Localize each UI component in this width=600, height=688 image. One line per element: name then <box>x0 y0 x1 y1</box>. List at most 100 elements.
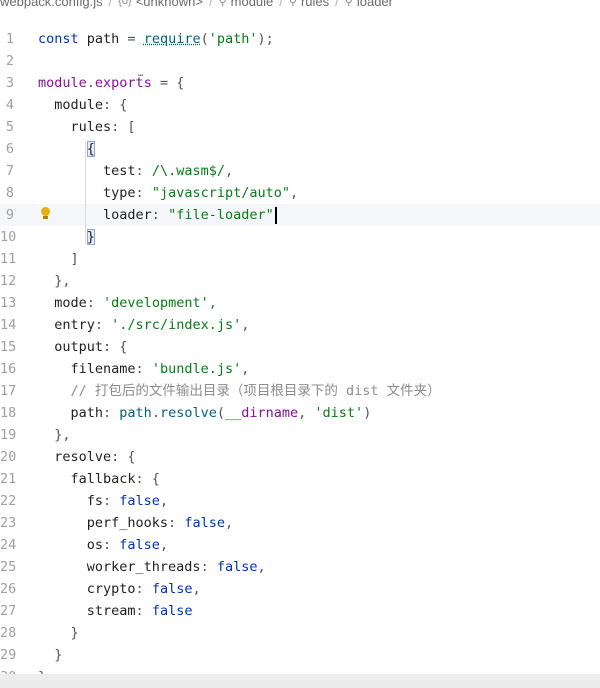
code-line[interactable]: 20 resolve: { <box>0 446 600 468</box>
code-token: 'dist' <box>314 405 364 421</box>
code-text: stream: false <box>38 600 193 622</box>
breadcrumb-separator: / <box>108 0 113 9</box>
matched-brace: } <box>86 229 95 245</box>
code-line[interactable]: 19 }, <box>0 424 600 446</box>
code-token: : <box>86 295 104 311</box>
code-line[interactable]: 6 { <box>0 138 600 160</box>
code-line[interactable]: 23 perf_hooks: false, <box>0 512 600 534</box>
code-token: false <box>216 559 258 575</box>
code-token: path <box>38 405 104 421</box>
code-token: , <box>208 295 217 311</box>
code-token: , <box>257 559 266 575</box>
breadcrumb-file[interactable]: webpack.config.js <box>0 0 103 9</box>
code-text: }, <box>38 270 70 292</box>
code-token: : <box>200 559 217 575</box>
code-text: perf_hooks: false, <box>38 512 233 534</box>
line-number: 22 <box>0 493 17 509</box>
code-line[interactable]: 5 rules: [ <box>0 116 600 138</box>
code-token: ); <box>257 31 274 47</box>
code-token: : { <box>103 97 128 113</box>
code-token: false <box>151 581 193 597</box>
code-line[interactable]: 15 output: { <box>0 336 600 358</box>
breadcrumb-loader[interactable]: ⚲ loader <box>345 0 393 9</box>
code-line[interactable]: 27 stream: false <box>0 600 600 622</box>
line-number: 18 <box>0 405 17 421</box>
line-number: 16 <box>0 361 17 377</box>
code-token: __dirname <box>225 405 299 421</box>
line-number: 26 <box>0 581 17 597</box>
code-line[interactable]: 26 crypto: false, <box>0 578 600 600</box>
line-number: 7 <box>5 163 14 179</box>
code-editor[interactable]: 1 const path = require('path'); 2 3 module.e… <box>0 28 600 685</box>
code-line[interactable]: 28 } <box>0 622 600 644</box>
breadcrumb-file-label: webpack.config.js <box>0 0 103 9</box>
line-number: 14 <box>0 317 17 333</box>
code-line[interactable]: 24 os: false, <box>0 534 600 556</box>
object-icon: {o} <box>118 0 132 7</box>
breadcrumb-rules[interactable]: ⚲ rules <box>289 0 329 9</box>
code-line[interactable]: 9 loader: "file-loader" <box>0 204 600 226</box>
line-number: 10 <box>0 229 17 245</box>
code-token: , <box>159 537 169 553</box>
line-number: 17 <box>0 383 17 399</box>
code-line[interactable]: 29 } <box>0 644 600 666</box>
code-line[interactable]: 2 <box>0 50 600 72</box>
code-text: module.exports = { <box>38 72 184 94</box>
code-text: } <box>38 622 79 644</box>
line-number: 12 <box>0 273 17 289</box>
line-number: 8 <box>5 185 14 201</box>
code-token: 'development' <box>103 295 209 311</box>
code-line[interactable]: 22 fs: false, <box>0 490 600 512</box>
code-token: crypto <box>38 581 136 597</box>
code-token: : <box>135 163 152 179</box>
horizontal-scrollbar[interactable] <box>0 674 600 688</box>
code-token: : <box>135 581 152 597</box>
code-token: worker_threads <box>38 559 201 575</box>
code-text: } <box>38 226 95 248</box>
code-token: false <box>119 537 160 553</box>
code-line[interactable]: 18 path: path.resolve(__dirname, 'dist') <box>0 402 600 424</box>
code-token: filename <box>38 361 136 377</box>
code-token: : { <box>135 471 160 487</box>
line-number: 4 <box>5 97 14 113</box>
line-number: 24 <box>0 537 17 553</box>
code-token: : <box>151 207 169 223</box>
code-token: "file-loader" <box>168 207 274 223</box>
breadcrumb-module-label: module <box>230 0 274 9</box>
code-line[interactable]: 25 worker_threads: false, <box>0 556 600 578</box>
code-line[interactable]: 7 test: /\.wasm$/, <box>0 160 600 182</box>
matched-brace: { <box>86 141 95 157</box>
code-line[interactable]: 14 entry: './src/index.js', <box>0 314 600 336</box>
code-text: // 打包后的文件输出目录（项目根目录下的 dist 文件夹） <box>38 380 441 402</box>
breadcrumb-unknown[interactable]: {o} <unknown> <box>118 0 203 9</box>
breadcrumb-separator: / <box>208 0 213 9</box>
code-line[interactable]: 3 module.exports = { <box>0 72 600 94</box>
code-line[interactable]: 21 fallback: { <box>0 468 600 490</box>
code-text: }, <box>38 424 71 446</box>
code-text: worker_threads: false, <box>38 556 266 578</box>
code-line[interactable]: 10 } <box>0 226 600 248</box>
code-line[interactable]: 12 }, <box>0 270 600 292</box>
code-token: perf_hooks <box>38 515 169 531</box>
code-line[interactable]: 17 // 打包后的文件输出目录（项目根目录下的 dist 文件夹） <box>0 380 600 402</box>
code-line[interactable]: 11 ] <box>0 248 600 270</box>
code-token: }, <box>38 427 71 443</box>
code-token: output <box>38 339 104 355</box>
code-text: ] <box>38 248 79 270</box>
code-line[interactable]: 16 filename: 'bundle.js', <box>0 358 600 380</box>
breadcrumb-rules-label: rules <box>300 0 330 9</box>
code-token: /\.wasm$/ <box>151 163 225 179</box>
inspection-marker: ⋯ <box>138 71 144 81</box>
code-line[interactable]: 4 module: { <box>0 94 600 116</box>
line-number: 13 <box>0 295 17 311</box>
line-number: 15 <box>0 339 17 355</box>
code-line[interactable]: 8 type: "javascript/auto", <box>0 182 600 204</box>
code-token: : <box>103 493 120 509</box>
code-line[interactable]: 1 const path = require('path'); <box>0 28 600 50</box>
breadcrumb-module[interactable]: ⚲ module <box>219 0 274 9</box>
code-token: , <box>224 515 234 531</box>
code-line[interactable]: 13 mode: 'development', <box>0 292 600 314</box>
line-number: 27 <box>0 603 17 619</box>
code-token: 'bundle.js' <box>151 361 242 377</box>
code-token: : <box>135 361 152 377</box>
